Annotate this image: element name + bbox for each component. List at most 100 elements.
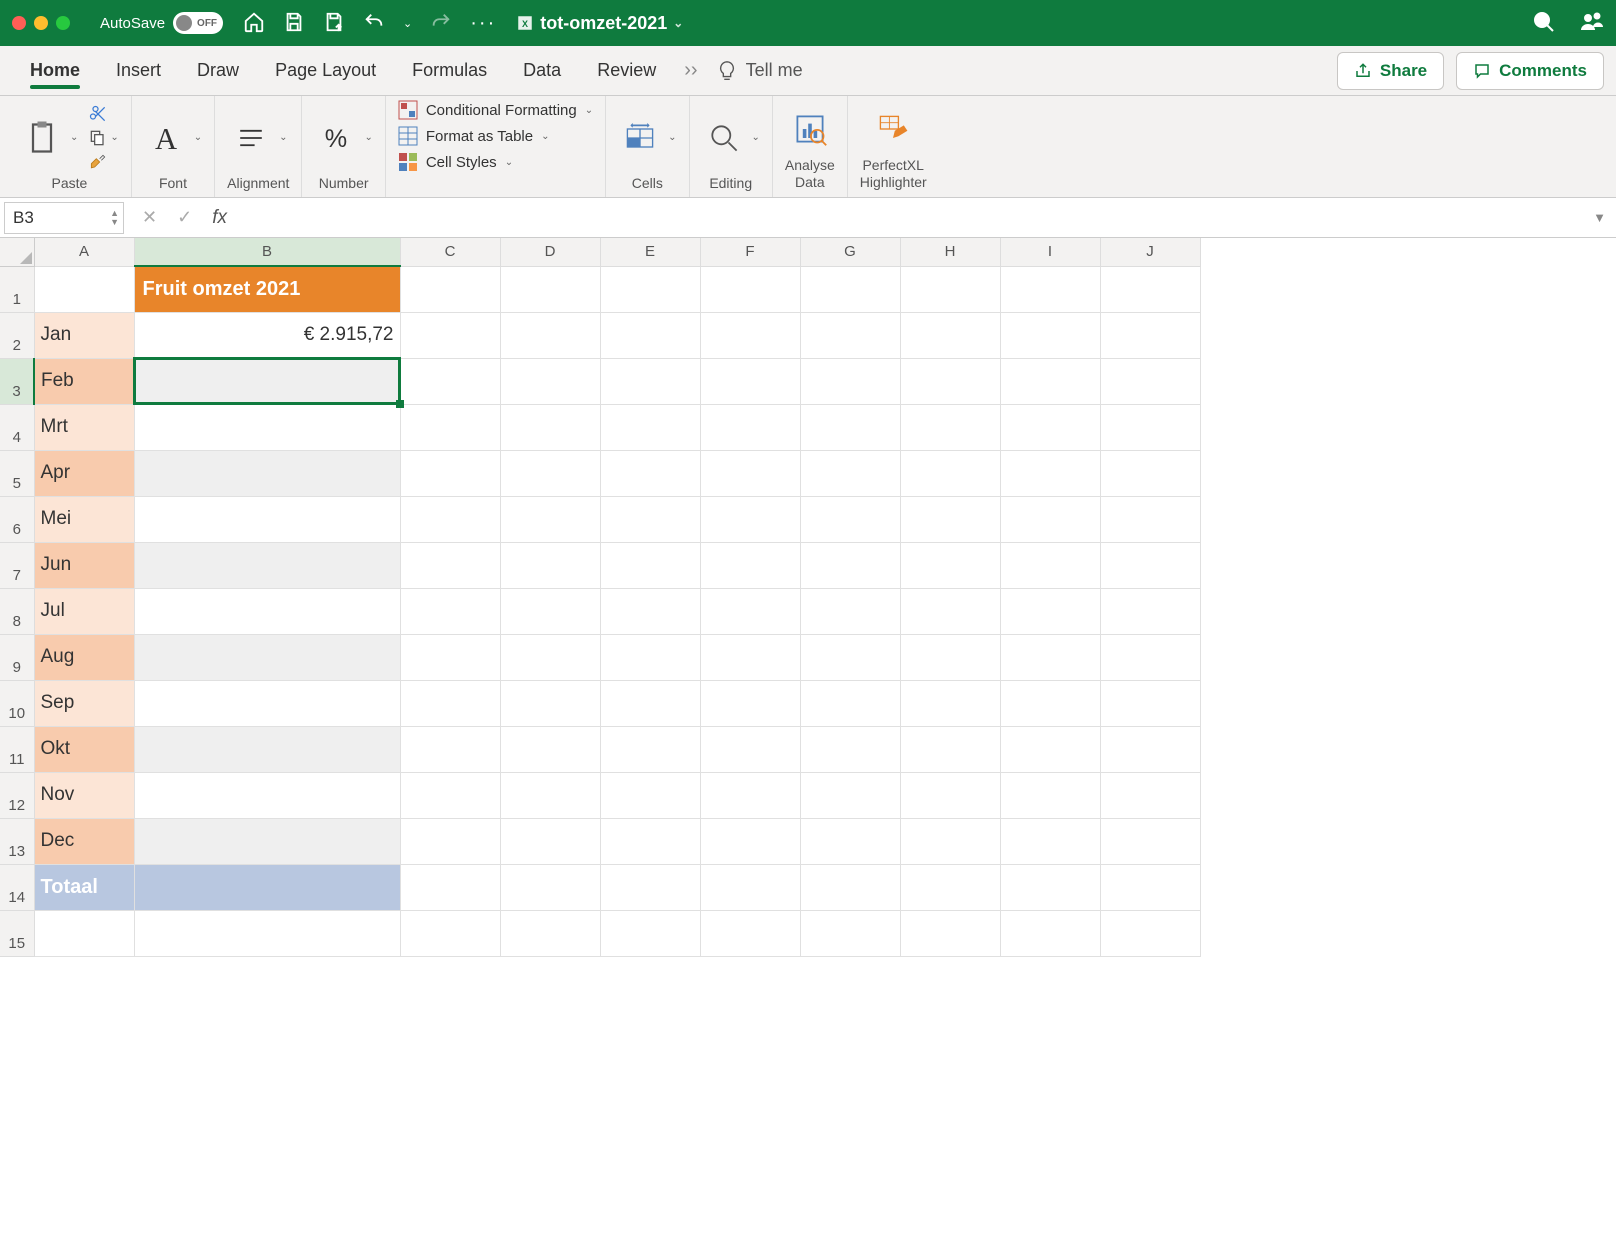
col-header-F[interactable]: F	[700, 238, 800, 266]
cell[interactable]	[900, 312, 1000, 358]
cell[interactable]	[600, 404, 700, 450]
cell[interactable]	[500, 266, 600, 312]
cell[interactable]	[900, 634, 1000, 680]
cell-A5[interactable]: Apr	[34, 450, 134, 496]
cell[interactable]	[400, 680, 500, 726]
cell-A12[interactable]: Nov	[34, 772, 134, 818]
cell-B1[interactable]: Fruit omzet 2021	[134, 266, 400, 312]
row-header-10[interactable]: 10	[0, 680, 34, 726]
cell[interactable]	[400, 450, 500, 496]
row-header-11[interactable]: 11	[0, 726, 34, 772]
cell[interactable]	[600, 450, 700, 496]
col-header-D[interactable]: D	[500, 238, 600, 266]
cut-button[interactable]	[88, 104, 118, 124]
accept-formula-icon[interactable]: ✓	[177, 207, 192, 228]
cell[interactable]	[1000, 772, 1100, 818]
row-header-1[interactable]: 1	[0, 266, 34, 312]
cell[interactable]	[1100, 818, 1200, 864]
cell-A9[interactable]: Aug	[34, 634, 134, 680]
minimize-window-button[interactable]	[34, 16, 48, 30]
cell[interactable]	[500, 726, 600, 772]
search-icon[interactable]	[1532, 10, 1556, 37]
chevron-down-icon[interactable]: ⌄	[505, 157, 513, 168]
tab-page-layout[interactable]: Page Layout	[257, 46, 394, 95]
cell[interactable]	[900, 818, 1000, 864]
cell[interactable]	[700, 312, 800, 358]
tab-insert[interactable]: Insert	[98, 46, 179, 95]
cell-A14[interactable]: Totaal	[34, 864, 134, 910]
tab-draw[interactable]: Draw	[179, 46, 257, 95]
name-box[interactable]: B3 ▲▼	[4, 202, 124, 234]
cell[interactable]	[800, 496, 900, 542]
analyse-data-button[interactable]	[788, 107, 832, 151]
cell[interactable]	[400, 726, 500, 772]
chevron-down-icon[interactable]: ⌄	[279, 132, 287, 143]
cell[interactable]	[1100, 772, 1200, 818]
cell[interactable]	[500, 588, 600, 634]
cell[interactable]	[800, 266, 900, 312]
cell[interactable]	[400, 312, 500, 358]
cell[interactable]	[1100, 910, 1200, 956]
paste-button[interactable]	[20, 116, 64, 160]
col-header-A[interactable]: A	[34, 238, 134, 266]
cell[interactable]	[1100, 312, 1200, 358]
cell[interactable]	[900, 588, 1000, 634]
cell-A7[interactable]: Jun	[34, 542, 134, 588]
redo-icon[interactable]	[430, 11, 452, 36]
cell[interactable]	[1000, 818, 1100, 864]
cell[interactable]	[600, 818, 700, 864]
tell-me-search[interactable]: Tell me	[716, 60, 803, 82]
cell[interactable]	[800, 450, 900, 496]
cell[interactable]	[700, 496, 800, 542]
row-header-2[interactable]: 2	[0, 312, 34, 358]
select-all-corner[interactable]	[0, 238, 34, 266]
format-as-table-button[interactable]: Format as Table ⌄	[398, 126, 593, 146]
cell[interactable]	[500, 450, 600, 496]
cell-A4[interactable]: Mrt	[34, 404, 134, 450]
cell[interactable]	[800, 312, 900, 358]
cell[interactable]	[700, 358, 800, 404]
cell[interactable]	[500, 496, 600, 542]
cell[interactable]	[1000, 496, 1100, 542]
cell[interactable]	[700, 680, 800, 726]
cell[interactable]	[800, 864, 900, 910]
tab-home[interactable]: Home	[12, 46, 98, 95]
cell[interactable]	[900, 864, 1000, 910]
cell[interactable]	[800, 910, 900, 956]
cells-button[interactable]	[618, 116, 662, 160]
cell[interactable]	[700, 542, 800, 588]
close-window-button[interactable]	[12, 16, 26, 30]
cell-B6[interactable]	[134, 496, 400, 542]
cell-A1[interactable]	[34, 266, 134, 312]
cell[interactable]	[1000, 864, 1100, 910]
cell[interactable]	[500, 312, 600, 358]
chevron-down-icon[interactable]: ⌄	[673, 16, 683, 30]
cell[interactable]	[600, 680, 700, 726]
cell[interactable]	[800, 404, 900, 450]
cell[interactable]	[700, 910, 800, 956]
cell[interactable]	[900, 450, 1000, 496]
cell-B9[interactable]	[134, 634, 400, 680]
cell[interactable]	[600, 312, 700, 358]
cell[interactable]	[800, 772, 900, 818]
tab-review[interactable]: Review	[579, 46, 674, 95]
fx-icon[interactable]: fx	[212, 207, 227, 229]
chevron-down-icon[interactable]: ⌄	[752, 132, 760, 143]
cell[interactable]	[1100, 634, 1200, 680]
row-header-8[interactable]: 8	[0, 588, 34, 634]
row-header-13[interactable]: 13	[0, 818, 34, 864]
cell[interactable]	[600, 266, 700, 312]
cell[interactable]	[1100, 542, 1200, 588]
cell[interactable]	[500, 404, 600, 450]
cell[interactable]	[900, 772, 1000, 818]
cell[interactable]	[1000, 404, 1100, 450]
cell[interactable]	[1100, 726, 1200, 772]
row-header-3[interactable]: 3	[0, 358, 34, 404]
row-header-7[interactable]: 7	[0, 542, 34, 588]
chevron-down-icon[interactable]: ⌄	[585, 105, 593, 116]
cell[interactable]	[1000, 266, 1100, 312]
cell[interactable]	[600, 772, 700, 818]
chevron-down-icon[interactable]: ⌄	[403, 17, 412, 30]
cell[interactable]	[900, 542, 1000, 588]
cell[interactable]	[700, 266, 800, 312]
